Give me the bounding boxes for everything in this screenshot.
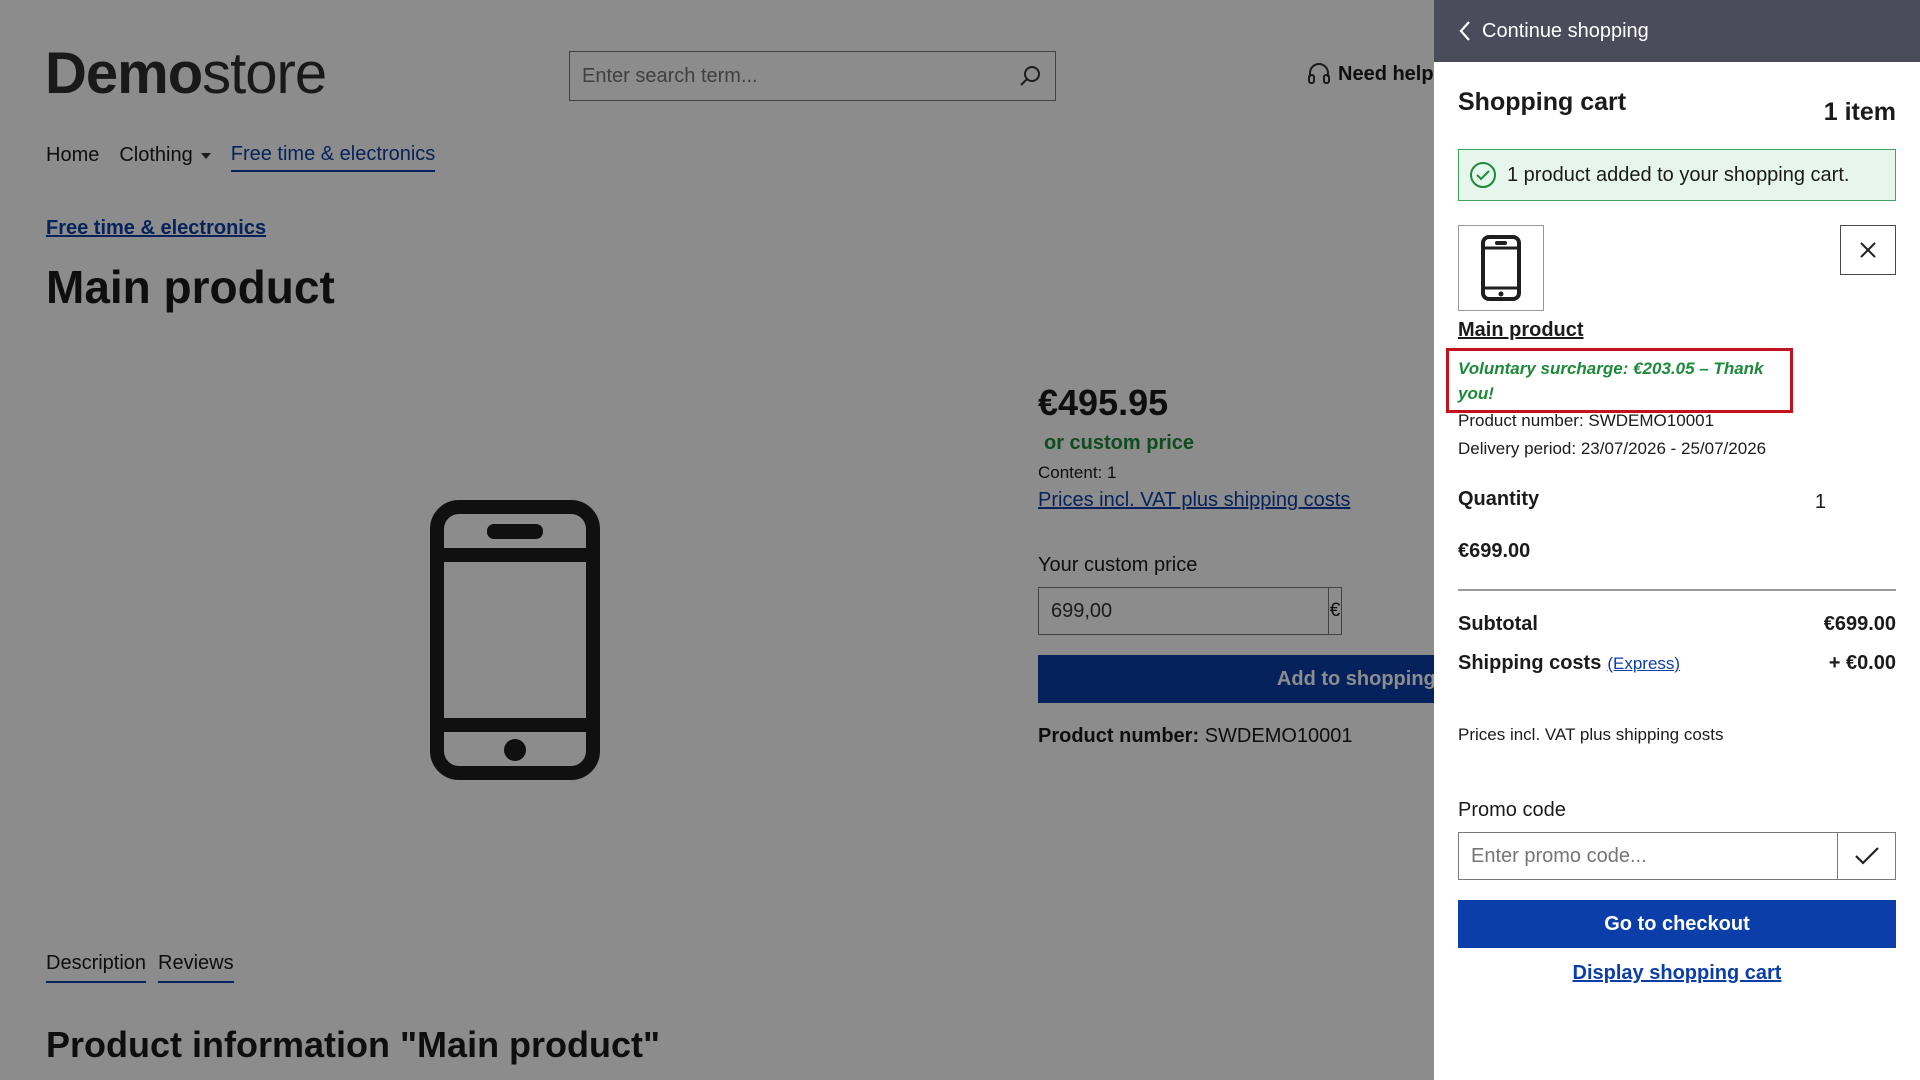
close-icon — [1860, 242, 1876, 258]
backdrop-overlay[interactable] — [0, 0, 1434, 1080]
shipping-value: + €0.00 — [1828, 652, 1896, 674]
cart-item-count: 1 item — [1823, 98, 1896, 126]
cart-item-thumbnail[interactable] — [1458, 225, 1544, 311]
success-alert: 1 product added to your shopping cart. — [1458, 149, 1896, 201]
check-circle-icon — [1470, 162, 1496, 188]
cart-offcanvas: Continue shopping Shopping cart 1 item 1… — [1434, 0, 1920, 1080]
cart-item-name[interactable]: Main product — [1458, 319, 1896, 342]
shipping-method-link[interactable]: (Express) — [1607, 654, 1680, 673]
continue-shopping-button[interactable]: Continue shopping — [1434, 0, 1920, 62]
display-cart-link[interactable]: Display shopping cart — [1458, 962, 1896, 985]
subtotal-value: €699.00 — [1823, 613, 1896, 635]
cart-item-product-number: Product number: SWDEMO10001 — [1458, 411, 1715, 430]
remove-item-button[interactable] — [1840, 225, 1896, 275]
cart-title: Shopping cart — [1458, 88, 1627, 116]
promo-submit-button[interactable] — [1837, 833, 1895, 879]
promo-code-field — [1458, 832, 1896, 880]
shipping-label: Shipping costs — [1458, 652, 1602, 674]
voluntary-surcharge-note: Voluntary surcharge: €203.05 – Thank you… — [1446, 348, 1793, 413]
promo-code-label: Promo code — [1458, 799, 1566, 821]
smartphone-icon — [1481, 235, 1521, 301]
vat-note: Prices incl. VAT plus shipping costs — [1458, 725, 1724, 744]
cart-item-delivery: Delivery period: 23/07/2026 - 25/07/2026 — [1458, 439, 1767, 458]
chevron-left-icon — [1459, 21, 1470, 41]
checkout-button[interactable]: Go to checkout — [1458, 900, 1896, 948]
subtotal-label: Subtotal — [1458, 613, 1538, 635]
quantity-label: Quantity — [1458, 488, 1540, 510]
quantity-value: 1 — [1814, 491, 1826, 513]
checkmark-icon — [1854, 847, 1879, 865]
cart-item-price: €699.00 — [1458, 540, 1896, 591]
continue-shopping-label: Continue shopping — [1482, 19, 1649, 42]
alert-text: 1 product added to your shopping cart. — [1507, 163, 1850, 186]
promo-code-input[interactable] — [1459, 833, 1837, 879]
